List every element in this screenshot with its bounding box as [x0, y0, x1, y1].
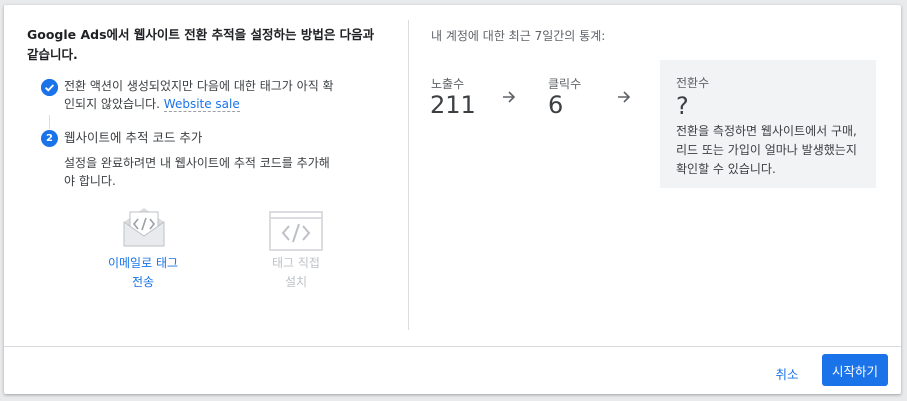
- setup-heading-line1: Google Ads에서 웹사이트 전환 추적을 설정하는 방법은 다음과: [27, 27, 375, 42]
- email-tag-option[interactable]: 이메일로 태그 전송: [93, 204, 193, 292]
- start-button[interactable]: 시작하기: [822, 354, 888, 386]
- install-option-label-2: 설치: [284, 275, 308, 289]
- step1-line1: 전환 액션이 생성되었지만 다음에 대한 태그가 아직 확: [64, 79, 334, 93]
- step2-desc: 설정을 완료하려면 내 웹사이트에 추적 코드를 추가해 야 합니다.: [64, 154, 330, 190]
- setup-heading: Google Ads에서 웹사이트 전환 추적을 설정하는 방법은 다음과 같습…: [27, 25, 387, 65]
- impressions-value: 211: [430, 91, 476, 119]
- arrow-right-icon: [616, 89, 632, 110]
- step2-title: 웹사이트에 추적 코드 추가: [64, 130, 203, 145]
- conversion-action-link[interactable]: Website sale: [163, 97, 240, 112]
- browser-code-icon: [246, 204, 346, 254]
- email-option-label-2: 전송: [131, 275, 155, 289]
- stats-title: 내 계정에 대한 최근 7일간의 통계:: [431, 29, 606, 43]
- footer-divider: [4, 346, 901, 347]
- step2-desc-line1: 설정을 완료하려면 내 웹사이트에 추적 코드를 추가해: [64, 156, 330, 170]
- step1-line2-text: 인되지 않았습니다.: [64, 97, 160, 111]
- step1-text: 전환 액션이 생성되었지만 다음에 대한 태그가 아직 확 인되지 않았습니다.…: [64, 77, 334, 113]
- install-option-label-1: 태그 직접: [272, 256, 320, 270]
- conversions-card: 전환수 ? 전환을 측정하면 웹사이트에서 구매, 리드 또는 가입이 얼마나 …: [660, 60, 876, 188]
- clicks-value: 6: [548, 91, 564, 119]
- impressions-label: 노출수: [431, 77, 465, 91]
- install-tag-option: 태그 직접 설치: [246, 204, 346, 292]
- step-number-badge: 2: [41, 130, 58, 147]
- conversion-setup-dialog: Google Ads에서 웹사이트 전환 추적을 설정하는 방법은 다음과 같습…: [4, 5, 901, 394]
- conversions-label: 전환수: [676, 76, 710, 90]
- setup-heading-line2: 같습니다.: [27, 47, 78, 62]
- cancel-button[interactable]: 취소: [763, 357, 811, 389]
- conversions-value: ?: [676, 92, 689, 120]
- conversions-description: 전환을 측정하면 웹사이트에서 구매, 리드 또는 가입이 얼마나 발생했는지 …: [676, 124, 857, 176]
- arrow-right-icon: [501, 89, 517, 110]
- step2-desc-line2: 야 합니다.: [64, 174, 116, 188]
- email-option-label-1: 이메일로 태그: [107, 256, 179, 270]
- step-connector: [49, 115, 50, 129]
- setup-instructions: Google Ads에서 웹사이트 전환 추적을 설정하는 방법은 다음과 같습…: [27, 25, 387, 65]
- step1-line2: 인되지 않았습니다. Website sale: [64, 95, 334, 113]
- check-icon: [41, 79, 58, 96]
- vertical-divider: [408, 20, 409, 330]
- email-code-icon: [93, 204, 193, 254]
- clicks-label: 클릭수: [548, 77, 582, 91]
